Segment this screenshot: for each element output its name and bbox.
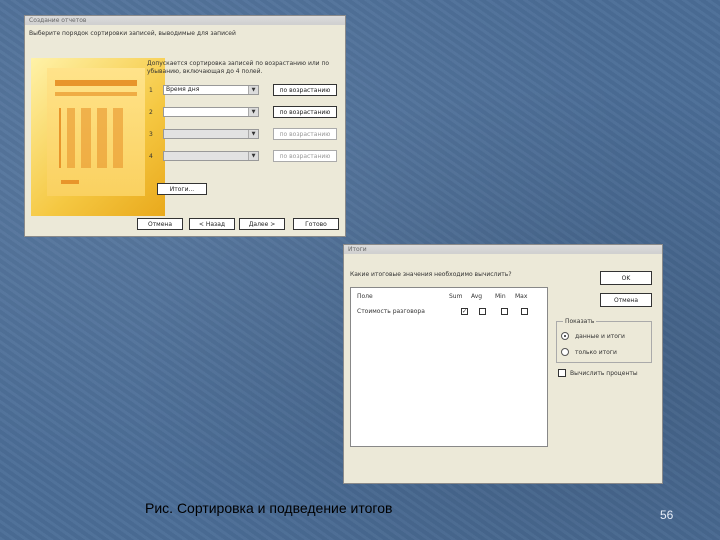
totals-field-name: Стоимость разговора [357,308,425,315]
sort-wizard-window: Создание отчетов Выберите порядок сортир… [24,15,346,237]
show-groupbox: Показать данные и итоги только итоги [556,318,652,363]
totals-cancel-button[interactable]: Отмена [600,293,652,307]
sort-row-number: 2 [149,109,153,116]
totals-dialog: Итоги Какие итоговые значения необходимо… [343,244,663,484]
totals-dialog-title: Итоги [344,245,662,254]
data-and-totals-label: данные и итоги [575,333,625,340]
max-checkbox[interactable] [521,308,528,315]
avg-checkbox[interactable] [479,308,486,315]
sort-row-number: 3 [149,131,153,138]
sort-field-3-select[interactable]: ▼ [163,129,259,139]
chevron-down-icon: ▼ [248,108,258,116]
column-header-field: Поле [357,293,373,300]
back-button[interactable]: < Назад [189,218,235,230]
chevron-down-icon: ▼ [248,152,258,160]
finish-button[interactable]: Готово [293,218,339,230]
sort-order-1-button[interactable]: по возрастанию [273,84,337,96]
column-header-sum: Sum [449,293,463,300]
sort-prompt: Выберите порядок сортировки записей, выв… [29,30,236,37]
sort-wizard-title: Создание отчетов [25,16,345,25]
percent-label: Вычислить проценты [570,370,638,377]
wizard-illustration [31,58,165,216]
sort-field-4-select[interactable]: ▼ [163,151,259,161]
sort-field-2-select[interactable]: ▼ [163,107,259,117]
min-checkbox[interactable] [501,308,508,315]
sum-checkbox[interactable]: ✓ [461,308,468,315]
totals-question: Какие итоговые значения необходимо вычис… [350,271,512,278]
sort-description-1: Допускается сортировка записей по возрас… [147,60,330,67]
column-header-avg: Avg [471,293,483,300]
chevron-down-icon: ▼ [248,130,258,138]
totals-field-list: Поле Sum Avg Min Max Стоимость разговора… [350,287,548,447]
chevron-down-icon: ▼ [248,86,258,94]
sort-description-2: убыванию, включающая до 4 полей. [147,68,263,75]
sort-order-3-button[interactable]: по возрастанию [273,128,337,140]
cancel-button[interactable]: Отмена [137,218,183,230]
totals-button[interactable]: Итоги... [157,183,207,195]
sort-order-2-button[interactable]: по возрастанию [273,106,337,118]
next-button[interactable]: Далее > [239,218,285,230]
percent-checkbox[interactable] [558,369,566,377]
only-totals-radio[interactable] [561,348,569,356]
ok-button[interactable]: OK [600,271,652,285]
data-and-totals-radio[interactable] [561,332,569,340]
column-header-max: Max [515,293,528,300]
sort-row-number: 1 [149,87,153,94]
sort-order-4-button[interactable]: по возрастанию [273,150,337,162]
only-totals-label: только итоги [575,349,617,356]
sort-row-number: 4 [149,153,153,160]
page-number: 56 [660,508,674,522]
sort-field-1-select[interactable]: Время дня ▼ [163,85,259,95]
figure-caption: Рис. Сортировка и подведение итогов [145,500,393,516]
column-header-min: Min [495,293,506,300]
report-sheet-image [47,68,145,196]
show-legend: Показать [563,318,597,325]
sort-field-1-value: Время дня [166,86,200,93]
